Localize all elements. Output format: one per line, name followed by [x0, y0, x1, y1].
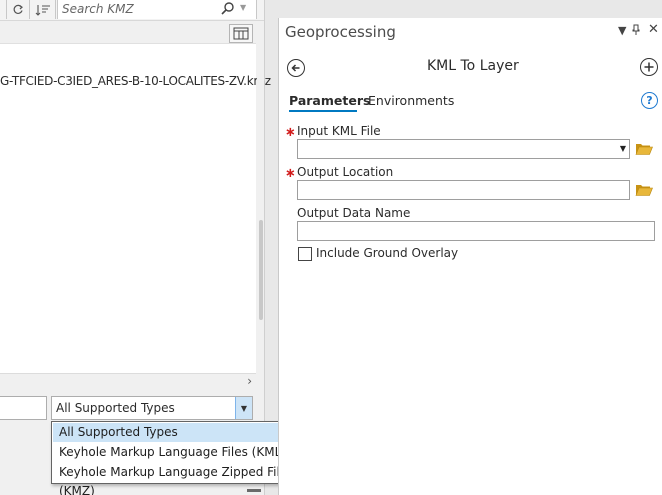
geoprocessing-pane: Geoprocessing ▼ ✕ KML To Layer Parameter…: [278, 18, 662, 495]
resize-grip[interactable]: [247, 489, 261, 492]
refresh-button[interactable]: [7, 0, 30, 19]
output-location-input[interactable]: [297, 180, 630, 200]
output-location-label: Output Location: [297, 165, 394, 179]
file-type-selected-value: All Supported Types: [56, 401, 175, 415]
pane-options-chevron-icon[interactable]: ▼: [618, 24, 626, 37]
required-icon: ∗: [285, 166, 296, 181]
toolbar-edge: [0, 0, 7, 19]
active-tab-indicator: [289, 110, 357, 112]
search-icon[interactable]: [220, 0, 236, 18]
include-ground-overlay-checkbox[interactable]: [298, 247, 312, 261]
input-kml-label: Input KML File: [297, 124, 381, 138]
scroll-right-icon[interactable]: ›: [247, 374, 252, 388]
dropdown-option[interactable]: All Supported Types: [53, 423, 306, 442]
chevron-down-icon[interactable]: ▼: [235, 397, 252, 419]
file-name-input[interactable]: [0, 396, 47, 420]
plus-icon: [644, 62, 654, 72]
view-toggle-button[interactable]: [229, 24, 253, 43]
pane-title: Geoprocessing: [285, 23, 396, 41]
app-root: ▼ G-TFCIED-C3IED_ARES-B-10-LOCALITES-ZV.…: [0, 0, 662, 495]
output-name-input[interactable]: [297, 221, 655, 241]
help-icon[interactable]: ?: [641, 92, 658, 109]
file-type-select[interactable]: All Supported Types ▼: [51, 396, 253, 420]
arrow-left-icon: [291, 64, 300, 72]
vertical-scrollbar[interactable]: [257, 43, 264, 389]
folder-open-icon[interactable]: [635, 183, 653, 197]
close-icon[interactable]: ✕: [648, 22, 659, 37]
tab-parameters[interactable]: Parameters: [289, 93, 370, 108]
add-button[interactable]: [640, 58, 658, 76]
search-box: ▼: [57, 0, 257, 19]
horizontal-scrollbar[interactable]: ›: [0, 373, 256, 390]
search-input[interactable]: [62, 1, 212, 17]
file-type-dropdown: All Supported Types Keyhole Markup Langu…: [51, 421, 308, 495]
dropdown-option[interactable]: Keyhole Markup Language Zipped Files (KM…: [53, 463, 306, 495]
file-list-item[interactable]: G-TFCIED-C3IED_ARES-B-10-LOCALITES-ZV.km…: [0, 74, 271, 88]
input-kml-combobox[interactable]: ▼: [297, 139, 630, 159]
details-view-icon: [233, 27, 249, 40]
search-options-chevron-icon[interactable]: ▼: [240, 3, 246, 12]
tab-environments[interactable]: Environments: [368, 93, 454, 108]
back-button[interactable]: [287, 59, 305, 77]
sort-icon: [35, 4, 50, 16]
file-list: G-TFCIED-C3IED_ARES-B-10-LOCALITES-ZV.km…: [0, 43, 271, 374]
sort-button[interactable]: [31, 0, 56, 19]
include-ground-overlay-label[interactable]: Include Ground Overlay: [316, 246, 458, 260]
refresh-icon: [13, 4, 23, 14]
dialog-toolbar: ▼: [0, 0, 264, 21]
output-name-label: Output Data Name: [297, 206, 411, 220]
folder-open-icon[interactable]: [635, 142, 653, 156]
tool-title: KML To Layer: [427, 58, 519, 74]
pin-icon[interactable]: [632, 24, 640, 38]
required-icon: ∗: [285, 125, 296, 140]
dropdown-option[interactable]: Keyhole Markup Language Files (KML): [53, 443, 306, 462]
chevron-down-icon[interactable]: ▼: [620, 144, 626, 153]
vertical-scroll-thumb[interactable]: [259, 220, 263, 320]
